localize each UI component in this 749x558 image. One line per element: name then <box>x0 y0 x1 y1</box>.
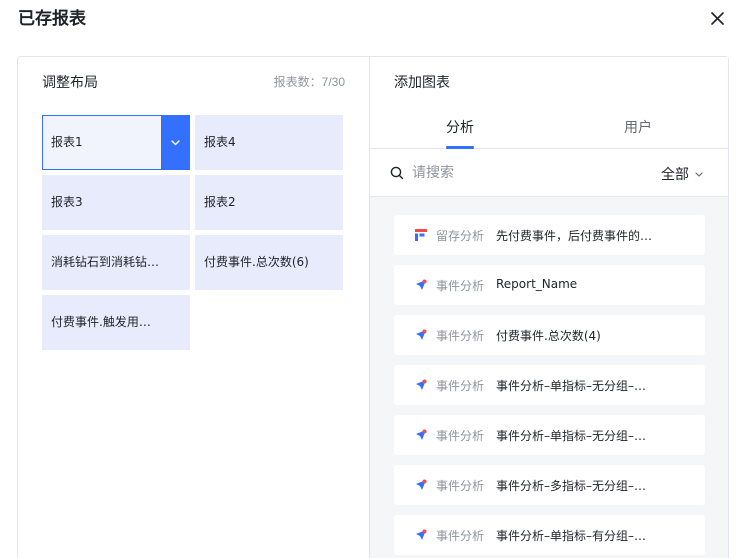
report-count: 报表数：7/30 <box>274 73 345 90</box>
list-item[interactable]: 事件分析 付费事件.总次数(4) <box>394 315 705 355</box>
report-tile[interactable]: 报表1 <box>42 115 190 170</box>
list-item[interactable]: 留存分析 先付费事件，后付费事件的… <box>394 215 705 255</box>
event-icon <box>416 429 427 440</box>
list-item[interactable]: 事件分析 事件分析–单指标–无分组–… <box>394 415 705 455</box>
tile-dropdown-button[interactable] <box>161 116 189 169</box>
item-name: 事件分析–单指标–无分组–… <box>496 379 647 393</box>
layout-panel-title: 调整布局 <box>42 75 98 91</box>
item-type: 事件分析 <box>436 329 485 343</box>
filter-dropdown[interactable]: 全部 <box>661 164 703 184</box>
chart-tabs: 分析 用户 <box>370 105 728 149</box>
chevron-down-icon <box>695 171 703 177</box>
report-count-value: 7/30 <box>321 75 345 89</box>
chevron-down-icon <box>171 139 180 145</box>
layout-panel: 调整布局 报表数：7/30 报表1 报表4 报表3 报表2 消耗钻石到消耗钻… … <box>17 56 370 558</box>
list-item[interactable]: 事件分析 事件分析–多指标–无分组–… <box>394 465 705 505</box>
report-count-label: 报表数： <box>273 75 322 89</box>
dialog-title: 已存报表 <box>18 9 86 29</box>
item-type: 事件分析 <box>436 479 485 493</box>
item-name: 付费事件.总次数(4) <box>496 329 601 343</box>
close-button[interactable] <box>707 8 727 28</box>
report-tile[interactable]: 付费事件.总次数(6) <box>195 235 343 290</box>
report-tile[interactable]: 报表3 <box>42 175 190 230</box>
report-tile[interactable]: 消耗钻石到消耗钻… <box>42 235 190 290</box>
list-item[interactable]: 事件分析 事件分析–单指标–有分组–… <box>394 515 705 555</box>
add-chart-header: 添加图表 分析 用户 全部 <box>370 57 728 197</box>
item-name: 事件分析–单指标–无分组–… <box>496 429 647 443</box>
item-type: 事件分析 <box>436 429 485 443</box>
close-icon <box>710 11 724 25</box>
item-type: 事件分析 <box>436 529 485 543</box>
search-input[interactable] <box>412 162 632 184</box>
report-tile[interactable]: 报表2 <box>195 175 343 230</box>
report-tile[interactable]: 付费事件.触发用… <box>42 295 190 350</box>
event-icon <box>416 479 427 490</box>
report-tile-label: 报表1 <box>51 135 83 149</box>
item-type: 事件分析 <box>436 279 485 293</box>
tab-users[interactable]: 用户 <box>624 117 652 137</box>
list-item[interactable]: 事件分析 Report_Name <box>394 265 705 305</box>
item-type: 留存分析 <box>436 229 485 243</box>
event-icon <box>416 329 427 340</box>
add-chart-title: 添加图表 <box>394 75 450 91</box>
item-name: 事件分析–多指标–无分组–… <box>496 479 647 493</box>
item-name: 先付费事件，后付费事件的… <box>496 229 653 243</box>
list-item[interactable]: 事件分析 事件分析–单指标–无分组–… <box>394 365 705 405</box>
filter-label: 全部 <box>661 167 689 183</box>
retention-icon <box>415 229 427 241</box>
tab-analysis[interactable]: 分析 <box>446 117 474 137</box>
search-icon <box>390 166 404 180</box>
add-chart-panel: 添加图表 分析 用户 全部 留存分析 先付费事件，后付费事件的… 事件分析 Re… <box>369 56 729 558</box>
event-icon <box>416 279 427 290</box>
item-type: 事件分析 <box>436 379 485 393</box>
report-tile[interactable]: 报表4 <box>195 115 343 170</box>
event-icon <box>416 529 427 540</box>
item-name: 事件分析–单指标–有分组–… <box>496 529 647 543</box>
layout-panel-header: 调整布局 报表数：7/30 <box>18 57 369 105</box>
search-bar: 全部 <box>370 149 728 197</box>
event-icon <box>416 379 427 390</box>
item-name: Report_Name <box>496 277 578 291</box>
